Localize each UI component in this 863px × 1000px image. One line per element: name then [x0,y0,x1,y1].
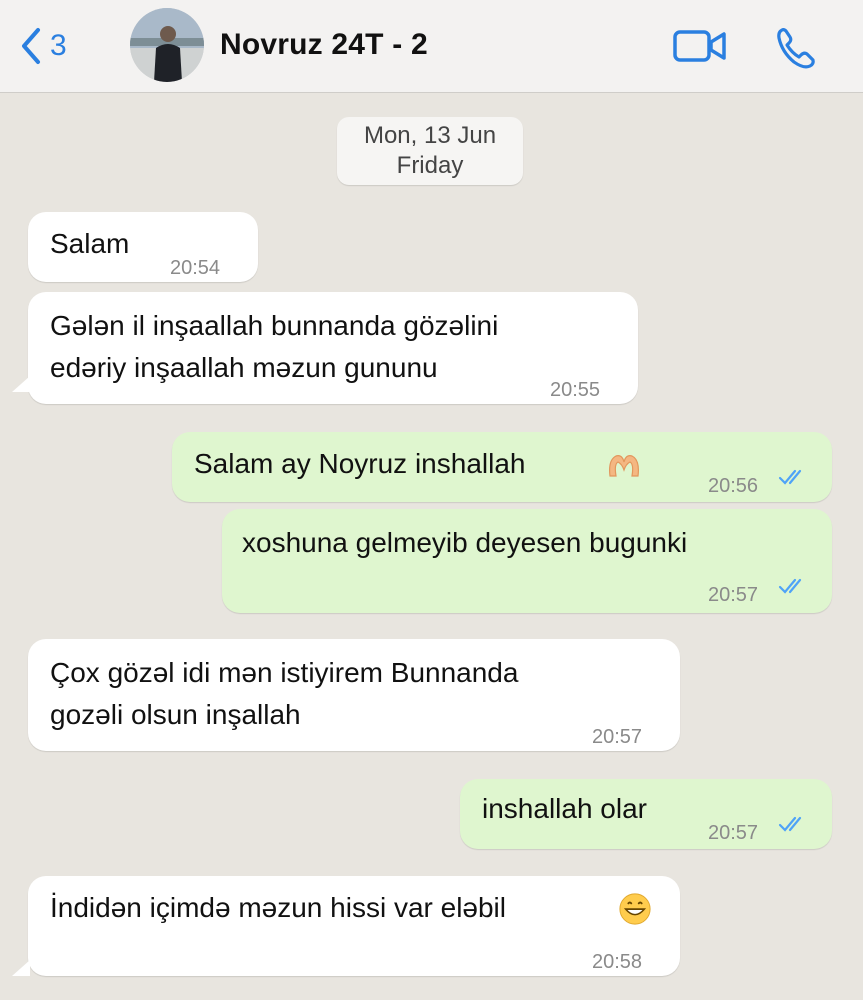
message-text: Çox gözəl idi mən istiyirem Bunnanda [50,657,519,688]
message-text: inshallah olar [482,793,647,824]
heart-hands-emoji [609,455,639,477]
message-time: 20:56 [708,475,759,497]
message-text: gozəli olsun inşallah [50,699,301,730]
message-time: 20:57 [708,584,759,606]
message-text: Salam ay Noyruz inshallah [194,448,526,479]
read-ticks-icon [778,816,802,832]
unread-count: 3 [50,29,67,62]
avatar[interactable] [130,8,204,82]
contact-name[interactable]: Novruz 24T - 2 [220,28,428,62]
incoming-message[interactable]: Gələn il inşaallah bunnanda gözəlini edə… [28,292,638,404]
message-time: 20:57 [592,726,643,748]
message-text: xoshuna gelmeyib deyesen bugunki [242,527,688,558]
message-text: İndidən içimdə məzun hissi var eləbil [50,892,506,923]
outgoing-message[interactable]: inshallah olar 20:57 [460,779,832,849]
video-call-icon[interactable] [672,24,728,68]
incoming-message[interactable]: Çox gözəl idi mən istiyirem Bunnanda goz… [28,639,680,751]
bubble-tail [12,376,30,392]
phone-call-icon[interactable] [772,24,820,72]
read-ticks-icon [778,578,802,594]
outgoing-message[interactable]: Salam ay Noyruz inshallah 20:56 [172,432,832,502]
incoming-message[interactable]: İndidən içimdə məzun hissi var eləbil 20… [28,876,680,976]
message-text: edəriy inşaallah məzun gununu [50,352,438,383]
bubble-tail [12,960,30,976]
chat-header: 3 Novruz 24T - 2 [0,0,863,93]
message-time: 20:58 [592,951,643,973]
back-button[interactable]: 3 [18,22,67,70]
date-label: Mon, 13 Jun [363,122,497,149]
message-time: 20:57 [708,822,759,844]
outgoing-message[interactable]: xoshuna gelmeyib deyesen bugunki 20:57 [222,509,832,613]
message-time: 20:55 [550,379,601,401]
date-separator: Mon, 13 Jun Friday [337,117,523,185]
day-label: Friday [396,152,464,179]
message-time: 20:54 [170,257,221,279]
incoming-message[interactable]: Salam 20:54 [28,212,258,282]
message-text: Salam [50,228,130,259]
message-text: Gələn il inşaallah bunnanda gözəlini [50,310,499,341]
read-ticks-icon [778,468,808,486]
grinning-face-emoji [619,893,651,925]
chat-area[interactable]: Mon, 13 Jun Friday Salam 20:54 Gələn il … [0,93,863,1000]
contact-photo [130,8,204,82]
chevron-left-icon [22,28,40,64]
